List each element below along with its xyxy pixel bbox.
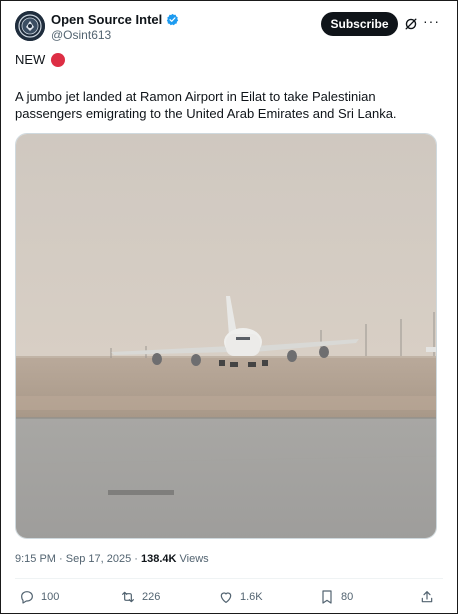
more-options-icon[interactable]: ··· <box>423 13 440 29</box>
post-image[interactable] <box>15 133 437 539</box>
repost-count: 226 <box>142 591 161 603</box>
jumbo-jet-photo <box>16 134 436 538</box>
share-icon <box>421 591 433 603</box>
subscribe-button[interactable]: Subscribe <box>321 12 398 36</box>
post-meta: 9:15 PM · Sep 17, 2025 · 138.4K Views <box>15 553 209 565</box>
reply-button[interactable]: 100 <box>19 589 59 605</box>
verified-badge-icon <box>167 13 179 26</box>
post-timestamp[interactable]: 9:15 PM · Sep 17, 2025 · <box>15 553 141 565</box>
reply-icon <box>21 591 33 604</box>
like-count: 1.6K <box>240 591 263 603</box>
like-button[interactable]: 1.6K <box>218 589 263 605</box>
author-handle[interactable]: @Osint613 <box>51 28 111 42</box>
repost-icon <box>122 591 134 603</box>
bookmark-icon <box>322 590 332 604</box>
avatar[interactable] <box>15 11 45 41</box>
author-name[interactable]: Open Source Intel <box>51 12 162 27</box>
post-header: Open Source Intel @Osint613 Subscribe ··… <box>15 11 445 45</box>
like-icon <box>220 592 232 603</box>
post-tag: NEW <box>15 52 46 67</box>
share-button[interactable] <box>419 589 435 605</box>
author-name-row: Open Source Intel <box>51 12 179 27</box>
actions-divider <box>15 578 443 579</box>
reply-count: 100 <box>41 591 60 603</box>
views-label: Views <box>176 553 209 565</box>
bookmark-count: 80 <box>341 591 354 603</box>
repost-button[interactable]: 226 <box>120 589 160 605</box>
post-tag-row: NEW <box>15 52 66 67</box>
red-circle-icon <box>51 52 66 67</box>
bookmark-button[interactable]: 80 <box>319 589 353 605</box>
action-bar: 100 226 1.6K 80 <box>15 589 443 607</box>
grok-icon[interactable] <box>404 17 418 31</box>
avatar-emblem-icon <box>15 11 45 41</box>
post-text: A jumbo jet landed at Ramon Airport in E… <box>15 89 397 121</box>
views-count: 138.4K <box>140 553 177 565</box>
